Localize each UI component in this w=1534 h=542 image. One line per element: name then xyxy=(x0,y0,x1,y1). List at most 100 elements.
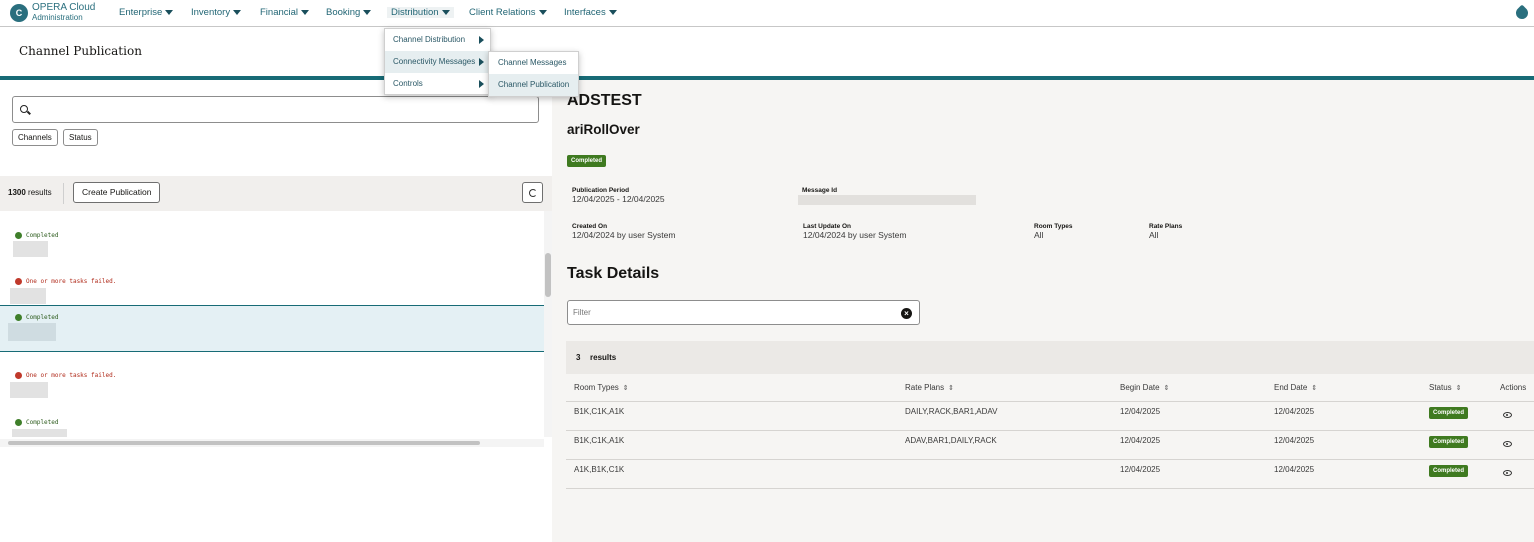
menu-item-connectivity-messages[interactable]: Connectivity Messages xyxy=(385,51,490,73)
list-item[interactable]: Completed xyxy=(0,399,544,437)
column-header-end-date[interactable]: End Date ⇕ xyxy=(1274,383,1317,392)
status-label: Completed xyxy=(26,314,59,321)
column-header-room-types[interactable]: Room Types ⇕ xyxy=(574,383,629,392)
publication-list: Completed One or more tasks failed. Comp… xyxy=(0,211,544,437)
rate-plans-value: All xyxy=(1149,230,1159,240)
menu-item-channel-publication[interactable]: Channel Publication xyxy=(489,74,578,96)
column-header-rate-plans[interactable]: Rate Plans ⇕ xyxy=(905,383,954,392)
connectivity-submenu: Channel Messages Channel Publication xyxy=(488,51,579,97)
nav-distribution[interactable]: Distribution xyxy=(387,7,454,18)
redacted-message-id xyxy=(798,195,976,205)
task-results-label: results xyxy=(590,353,617,362)
sort-icon: ⇕ xyxy=(1163,385,1170,392)
horizontal-scrollbar[interactable] xyxy=(0,439,544,447)
nav-client-relations[interactable]: Client Relations xyxy=(469,7,547,18)
cell-room-types: A1K,B1K,C1K xyxy=(574,465,625,474)
filter-placeholder: Filter xyxy=(573,308,591,317)
redacted-text xyxy=(8,323,56,341)
chevron-down-icon xyxy=(441,9,450,15)
task-results-count: 3 xyxy=(576,353,581,362)
scrollbar-thumb[interactable] xyxy=(8,441,480,445)
publication-period-label: Publication Period xyxy=(572,187,630,194)
table-divider xyxy=(566,488,1534,489)
page-header: Channel Publication xyxy=(0,28,1534,76)
sort-icon: ⇕ xyxy=(622,385,629,392)
nav-interfaces[interactable]: Interfaces xyxy=(564,7,617,18)
task-details-heading: Task Details xyxy=(567,265,660,282)
menu-item-label: Controls xyxy=(393,79,423,88)
scrollbar-thumb[interactable] xyxy=(545,253,551,297)
nav-label: Distribution xyxy=(391,7,439,18)
nav-booking[interactable]: Booking xyxy=(326,7,372,18)
cell-end-date: 12/04/2025 xyxy=(1274,465,1315,474)
column-label: Rate Plans xyxy=(905,383,945,392)
brand[interactable]: OPERA Cloud Administration xyxy=(32,3,95,23)
results-toolbar: 1300 results Create Publication xyxy=(0,176,552,211)
message-id-label: Message Id xyxy=(802,187,838,194)
vertical-scrollbar[interactable] xyxy=(544,211,552,437)
created-on-label: Created On xyxy=(572,223,608,230)
cell-rate-plans: ADAV,BAR1,DAILY,RACK xyxy=(905,436,997,445)
list-item[interactable]: One or more tasks failed. xyxy=(0,258,544,305)
chevron-down-icon xyxy=(165,9,174,15)
status-badge: Completed xyxy=(1429,407,1469,419)
status-badge: Completed xyxy=(1429,465,1469,477)
list-item[interactable]: Completed xyxy=(0,211,544,258)
cell-room-types: B1K,C1K,A1K xyxy=(574,407,625,416)
refresh-button[interactable] xyxy=(522,182,543,203)
chevron-right-icon xyxy=(479,58,484,66)
list-item-selected[interactable]: Completed xyxy=(0,305,544,352)
sort-icon: ⇕ xyxy=(948,385,955,392)
help-icon[interactable] xyxy=(1513,4,1531,22)
status-text: Completed xyxy=(15,314,59,321)
column-header-status[interactable]: Status ⇕ xyxy=(1429,383,1462,392)
menu-item-channel-distribution[interactable]: Channel Distribution xyxy=(385,29,490,51)
cell-end-date: 12/04/2025 xyxy=(1274,436,1315,445)
menu-item-label: Channel Distribution xyxy=(393,35,466,44)
rate-plans-label: Rate Plans xyxy=(1149,223,1183,230)
chevron-down-icon xyxy=(363,9,372,15)
results-number: 1300 xyxy=(8,188,26,197)
column-header-begin-date[interactable]: Begin Date ⇕ xyxy=(1120,383,1169,392)
distribution-menu: Channel Distribution Connectivity Messag… xyxy=(384,28,491,95)
view-eye-icon[interactable] xyxy=(1503,470,1512,476)
menu-item-controls[interactable]: Controls xyxy=(385,73,490,95)
menu-item-channel-messages[interactable]: Channel Messages xyxy=(489,52,578,74)
cell-begin-date: 12/04/2025 xyxy=(1120,436,1161,445)
create-publication-button[interactable]: Create Publication xyxy=(73,182,161,203)
clear-icon[interactable]: × xyxy=(901,308,912,319)
status-label: Completed xyxy=(26,232,59,239)
opera-logo-icon[interactable]: C xyxy=(10,4,28,22)
filter-chip-status[interactable]: Status xyxy=(63,129,98,146)
last-update-label: Last Update On xyxy=(803,223,852,230)
search-input[interactable] xyxy=(12,96,539,123)
status-text: Completed xyxy=(15,419,59,426)
top-navigation-bar: C OPERA Cloud Administration Enterprise … xyxy=(0,0,1534,27)
view-eye-icon[interactable] xyxy=(1503,441,1512,447)
list-item[interactable]: One or more tasks failed. xyxy=(0,352,544,399)
nav-label: Financial xyxy=(260,7,299,18)
cell-begin-date: 12/04/2025 xyxy=(1120,465,1161,474)
status-text: One or more tasks failed. xyxy=(15,372,116,379)
status-text: Completed xyxy=(15,232,59,239)
nav-enterprise[interactable]: Enterprise xyxy=(119,7,174,18)
chevron-down-icon xyxy=(233,9,242,15)
task-filter-input[interactable]: Filter × xyxy=(567,300,920,325)
publication-name: ariRollOver xyxy=(567,122,640,137)
nav-inventory[interactable]: Inventory xyxy=(191,7,242,18)
view-eye-icon[interactable] xyxy=(1503,412,1512,418)
column-label: End Date xyxy=(1274,383,1308,392)
brand-module: Administration xyxy=(32,13,83,22)
filter-chip-channels[interactable]: Channels xyxy=(12,129,58,146)
publication-detail-panel: ADSTEST ariRollOver Completed Publicatio… xyxy=(552,80,1534,542)
chevron-down-icon xyxy=(538,9,547,15)
redacted-text xyxy=(13,241,48,257)
nav-financial[interactable]: Financial xyxy=(260,7,310,18)
redacted-text xyxy=(10,382,48,398)
chevron-down-icon xyxy=(301,9,310,15)
chevron-right-icon xyxy=(479,80,484,88)
redacted-text xyxy=(12,429,67,437)
error-circle-icon xyxy=(15,278,22,285)
menu-item-label: Channel Messages xyxy=(498,58,567,67)
status-label: Completed xyxy=(26,419,59,426)
